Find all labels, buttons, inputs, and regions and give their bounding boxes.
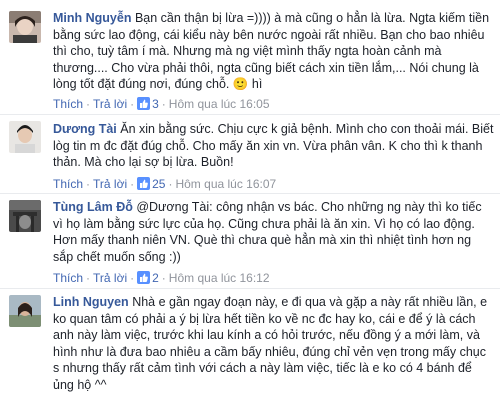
reply-link[interactable]: Trả lời: [93, 271, 127, 285]
thumbs-up-icon[interactable]: [137, 177, 151, 193]
like-link[interactable]: Thích: [53, 271, 83, 285]
thumbs-up-icon[interactable]: [137, 97, 151, 113]
comment-body: Tùng Lâm Đỗ @Dương Tài: công nhận vs bác…: [53, 199, 494, 265]
like-link[interactable]: Thích: [53, 177, 83, 191]
avatar[interactable]: [9, 11, 41, 43]
avatar-image: [9, 200, 41, 232]
comment-divider: [0, 193, 500, 194]
comment-author[interactable]: Tùng Lâm Đỗ: [53, 200, 133, 214]
like-link[interactable]: Thích: [53, 97, 83, 111]
avatar[interactable]: [9, 121, 41, 153]
comment-actions: Thích · Trả lời · 3 · Hôm qua lúc 16:05: [53, 97, 270, 113]
comment-text: Ăn xin bằng sức. Chịu cực k giả bệnh. Mì…: [53, 122, 494, 169]
avatar[interactable]: [9, 200, 41, 232]
comment-time[interactable]: Hôm qua lúc 16:07: [175, 177, 276, 191]
avatar-image: [9, 295, 41, 327]
comment-author[interactable]: Dương Tài: [53, 122, 117, 136]
avatar-image: [9, 11, 41, 43]
comment-divider: [0, 114, 500, 115]
comment-actions: Thích · Trả lời · 2 · Hôm qua lúc 16:12: [53, 271, 270, 287]
avatar[interactable]: [9, 295, 41, 327]
avatar-image: [9, 121, 41, 153]
comment-time[interactable]: Hôm qua lúc 16:05: [169, 97, 270, 111]
comment-divider: [0, 288, 500, 289]
comment-text: Nhà e gần ngay đoạn này, e đi qua và gặp…: [53, 295, 488, 392]
like-count[interactable]: 2: [152, 271, 159, 285]
like-count[interactable]: 25: [152, 177, 165, 191]
comment-author[interactable]: Linh Nguyen: [53, 295, 129, 309]
comment-body: Dương Tài Ăn xin bằng sức. Chịu cực k gi…: [53, 121, 494, 171]
thumbs-up-icon[interactable]: [137, 271, 151, 287]
reply-link[interactable]: Trả lời: [93, 177, 127, 191]
comment-body: Linh Nguyen Nhà e gần ngay đoạn này, e đ…: [53, 294, 494, 393]
like-count[interactable]: 3: [152, 97, 159, 111]
comment-time[interactable]: Hôm qua lúc 16:12: [169, 271, 270, 285]
comment-actions: Thích · Trả lời · 25 · Hôm qua lúc 16:07: [53, 177, 277, 193]
reply-link[interactable]: Trả lời: [93, 97, 127, 111]
comment-body: Minh Nguyễn Bạn cần thận bị lừa =)))) à …: [53, 10, 494, 93]
comment-author[interactable]: Minh Nguyễn: [53, 11, 131, 25]
